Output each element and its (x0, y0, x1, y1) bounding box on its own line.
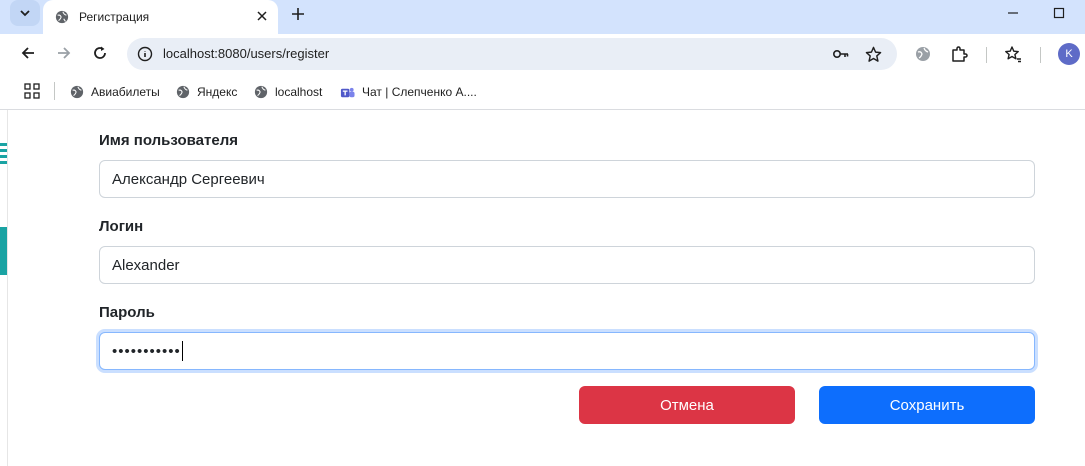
bookmarks-divider (54, 82, 55, 100)
extensions-button[interactable] (948, 43, 970, 65)
tune-icon (137, 46, 153, 62)
browser-toolbar: localhost:8080/users/register K (0, 34, 1085, 74)
bookmark-label: Яндекс (197, 85, 238, 99)
password-value: ••••••••••• (112, 342, 181, 360)
maximize-icon (1053, 7, 1065, 19)
cancel-button[interactable]: Отмена (579, 386, 795, 424)
star-icon (865, 46, 881, 62)
username-label: Имя пользователя (99, 132, 238, 149)
globe-icon (70, 85, 84, 99)
puzzle-icon (952, 46, 968, 62)
arrow-right-icon (58, 47, 71, 59)
password-field[interactable]: ••••••••••• (99, 332, 1035, 370)
minimize-button[interactable] (990, 0, 1036, 26)
profile-avatar[interactable]: K (1058, 43, 1080, 65)
apps-grid-icon[interactable] (24, 83, 40, 99)
tab-strip: Регистрация (0, 0, 1085, 34)
bookmark-star-button[interactable] (863, 44, 883, 64)
bookmarks-button[interactable] (1002, 43, 1024, 65)
minimize-icon (1008, 12, 1018, 14)
password-key-button[interactable] (831, 44, 851, 64)
tab-active[interactable]: Регистрация (43, 0, 278, 34)
bookmark-item[interactable]: Чат | Слепченко А.... (340, 82, 477, 102)
back-button[interactable] (14, 39, 42, 67)
url-text: localhost:8080/users/register (163, 46, 330, 61)
plus-icon (292, 8, 304, 20)
username-field[interactable]: Александр Сергеевич (99, 160, 1035, 198)
forward-button[interactable] (50, 39, 78, 67)
tab-search-button[interactable] (10, 0, 40, 26)
bookmarks-bar: Авиабилеты Яндекс localhost Чат | Слепче… (0, 74, 1085, 110)
bookmark-item[interactable]: Авиабилеты (70, 82, 160, 102)
tab-close-button[interactable] (254, 8, 270, 24)
teams-icon (340, 87, 355, 97)
translate-button[interactable] (912, 43, 934, 65)
login-label: Логин (99, 218, 144, 235)
globe-icon (55, 10, 69, 24)
toolbar-divider (1040, 47, 1041, 63)
globe-icon (916, 47, 930, 61)
password-label: Пароль (99, 304, 155, 321)
address-bar[interactable]: localhost:8080/users/register (127, 38, 897, 70)
key-icon (832, 50, 849, 59)
globe-icon (254, 85, 268, 99)
reload-icon (94, 46, 106, 59)
reload-button[interactable] (86, 39, 114, 67)
toolbar-divider (986, 47, 987, 63)
login-value: Alexander (112, 256, 180, 274)
bookmark-label: Авиабилеты (91, 85, 160, 99)
close-icon (257, 11, 267, 21)
new-tab-button[interactable] (287, 3, 309, 25)
username-value: Александр Сергеевич (112, 170, 265, 188)
page-divider (7, 110, 8, 466)
background-window-fragment (0, 143, 7, 165)
star-list-icon (1005, 46, 1021, 63)
site-info-icon[interactable] (135, 44, 155, 64)
bookmark-label: localhost (275, 85, 323, 99)
bookmark-item[interactable]: localhost (254, 82, 322, 102)
maximize-button[interactable] (1036, 0, 1082, 26)
bookmark-label: Чат | Слепченко А.... (362, 85, 477, 99)
arrow-left-icon (21, 47, 34, 59)
globe-icon (176, 85, 190, 99)
tab-title: Регистрация (79, 10, 150, 24)
login-field[interactable]: Alexander (99, 246, 1035, 284)
chevron-down-icon (20, 10, 30, 17)
background-window-fragment (0, 227, 7, 275)
bookmark-item[interactable]: Яндекс (176, 82, 237, 102)
text-caret (181, 341, 183, 361)
save-button[interactable]: Сохранить (819, 386, 1035, 424)
